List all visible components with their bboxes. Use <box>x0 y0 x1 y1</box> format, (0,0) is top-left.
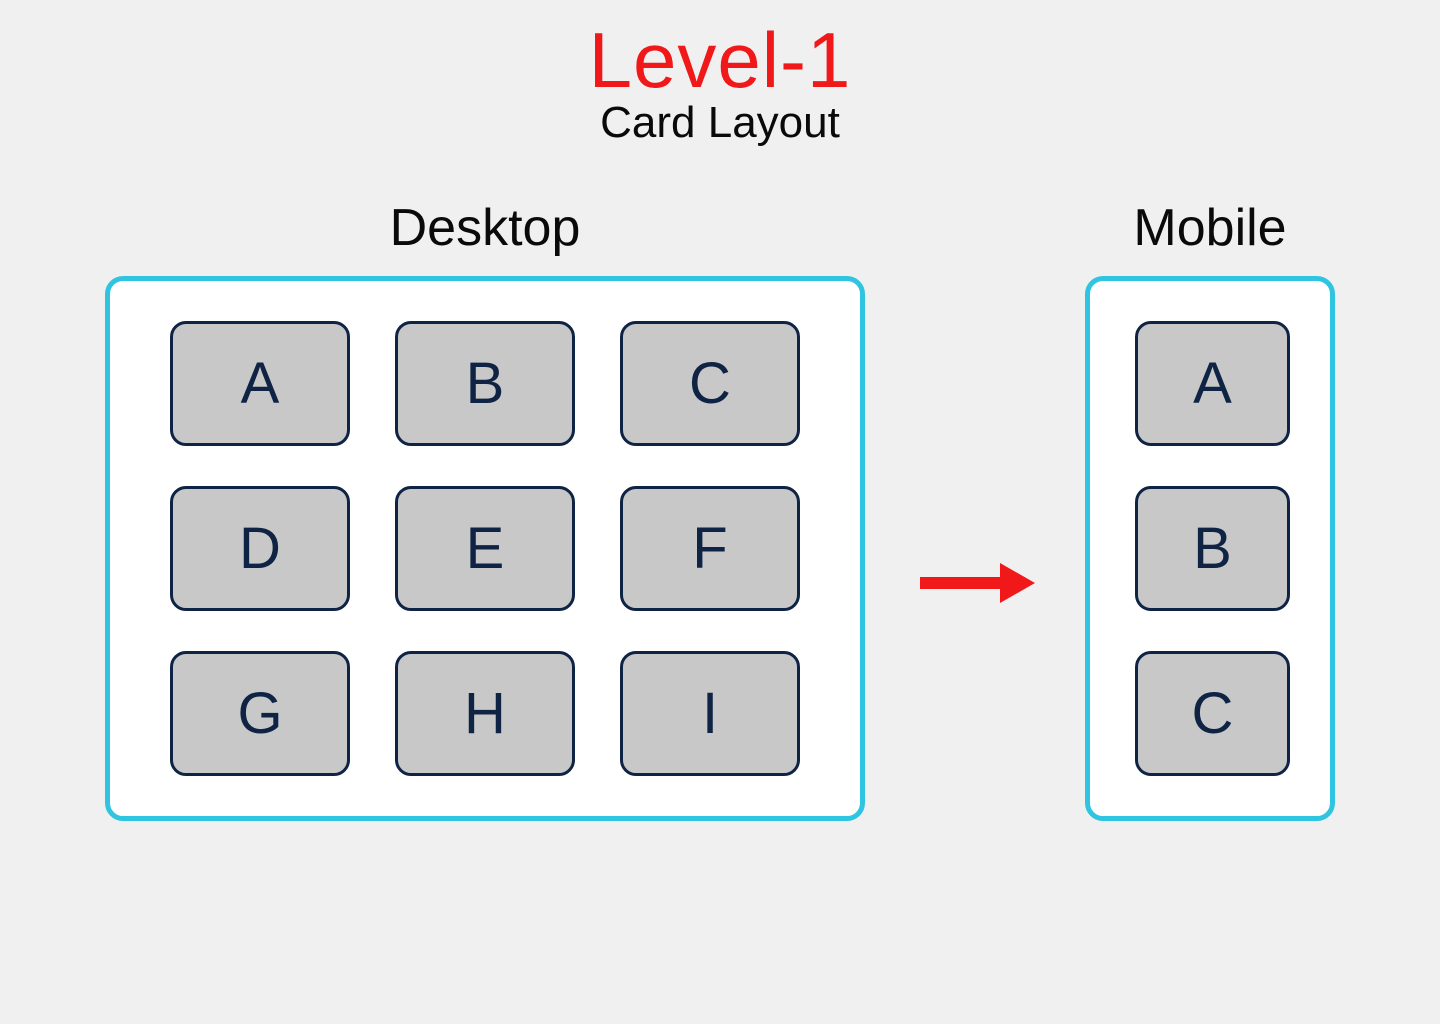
card-d: D <box>170 486 350 611</box>
card-i: I <box>620 651 800 776</box>
card-b-mobile: B <box>1135 486 1290 611</box>
arrow-right-icon <box>915 553 1035 613</box>
mobile-frame: A B C <box>1085 276 1335 821</box>
card-a: A <box>170 321 350 446</box>
mobile-section: Mobile A B C <box>1085 198 1335 821</box>
mobile-title: Mobile <box>1133 198 1286 258</box>
desktop-frame: A B C D E F G H I <box>105 276 865 821</box>
desktop-title: Desktop <box>390 198 581 258</box>
mobile-grid: A B C <box>1135 321 1285 776</box>
card-g: G <box>170 651 350 776</box>
card-b: B <box>395 321 575 446</box>
desktop-grid: A B C D E F G H I <box>170 321 800 776</box>
card-c: C <box>620 321 800 446</box>
card-e: E <box>395 486 575 611</box>
subtitle: Card Layout <box>50 98 1390 148</box>
card-c-mobile: C <box>1135 651 1290 776</box>
arrow-container <box>915 273 1035 893</box>
header: Level-1 Card Layout <box>50 15 1390 148</box>
card-f: F <box>620 486 800 611</box>
main-layout: Desktop A B C D E F G H I Mobile A <box>50 178 1390 893</box>
desktop-section: Desktop A B C D E F G H I <box>105 198 865 821</box>
card-a-mobile: A <box>1135 321 1290 446</box>
card-h: H <box>395 651 575 776</box>
level-title: Level-1 <box>50 15 1390 106</box>
